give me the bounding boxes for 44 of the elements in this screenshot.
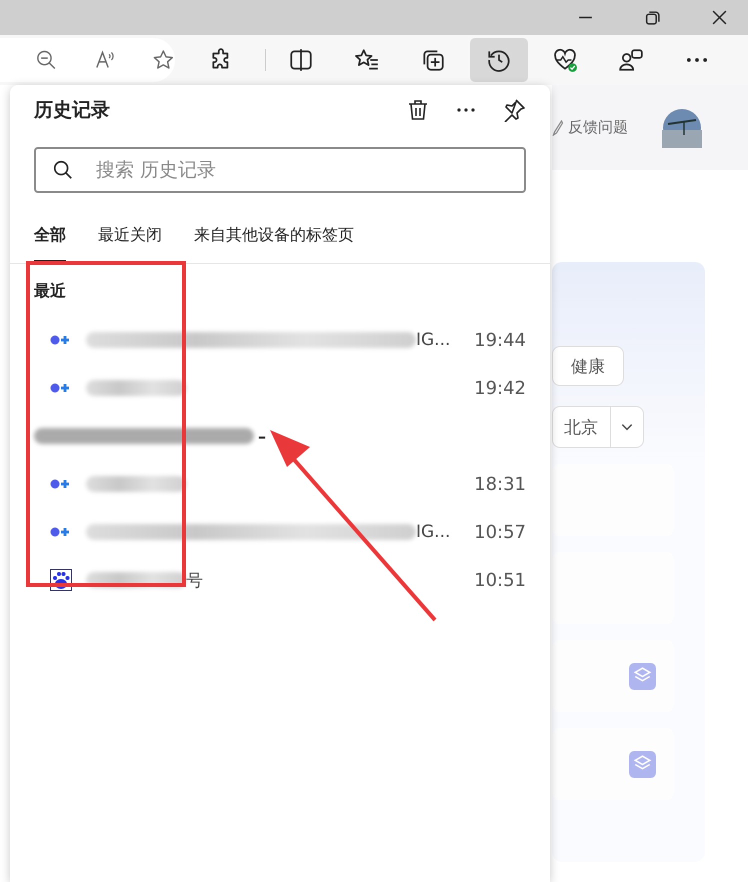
search-field[interactable]: 搜索 历史记录 [34, 147, 526, 193]
address-bar[interactable] [0, 38, 175, 82]
zoom-out-icon[interactable] [35, 48, 58, 72]
tab[interactable]: 最近关闭 [98, 223, 162, 263]
item-title: IG... [416, 522, 450, 542]
site-icon [50, 334, 72, 346]
item-time: 19:44 [473, 330, 526, 350]
item-time: 18:31 [473, 474, 526, 494]
item-time: 10:57 [473, 522, 526, 542]
city-selector[interactable]: 北京 [552, 406, 610, 448]
layers-icon [629, 750, 656, 778]
pen-icon [552, 120, 564, 136]
history-item[interactable]: 号 10:51 [34, 556, 526, 604]
history-button[interactable] [470, 38, 528, 82]
site-icon [50, 478, 72, 490]
section-heading: – [258, 426, 266, 446]
panel-title: 历史记录 [34, 98, 111, 123]
history-item[interactable]: 19:42 [34, 364, 526, 412]
history-item[interactable]: IG... 10:57 [34, 508, 526, 556]
tab[interactable]: 来自其他设备的标签页 [194, 223, 354, 263]
topic-chip[interactable]: 健康 [552, 346, 624, 386]
feedback-link[interactable]: 反馈问题 [568, 118, 628, 137]
item-time: 10:51 [473, 570, 526, 590]
trash-icon[interactable] [406, 98, 430, 122]
people-icon [618, 47, 644, 73]
history-item[interactable]: 18:31 [34, 460, 526, 508]
layers-icon [629, 662, 656, 690]
more-icon [687, 58, 707, 62]
search-icon [52, 159, 74, 181]
site-icon [50, 382, 72, 394]
split-screen-icon [288, 47, 314, 73]
heart-pulse-icon [552, 47, 578, 73]
close-icon[interactable] [711, 9, 728, 26]
section-heading: 最近 [34, 280, 66, 302]
item-time: 19:42 [473, 378, 526, 398]
item-title: 号 [186, 570, 203, 592]
history-item[interactable]: IG... 19:44 [34, 316, 526, 364]
pin-icon[interactable] [502, 98, 526, 122]
tab[interactable]: 全部 [34, 223, 66, 263]
restore-icon[interactable] [644, 9, 661, 26]
avatar[interactable] [662, 108, 702, 148]
star-icon[interactable] [152, 48, 176, 72]
item-title: IG... [416, 330, 450, 350]
site-icon [50, 526, 72, 538]
